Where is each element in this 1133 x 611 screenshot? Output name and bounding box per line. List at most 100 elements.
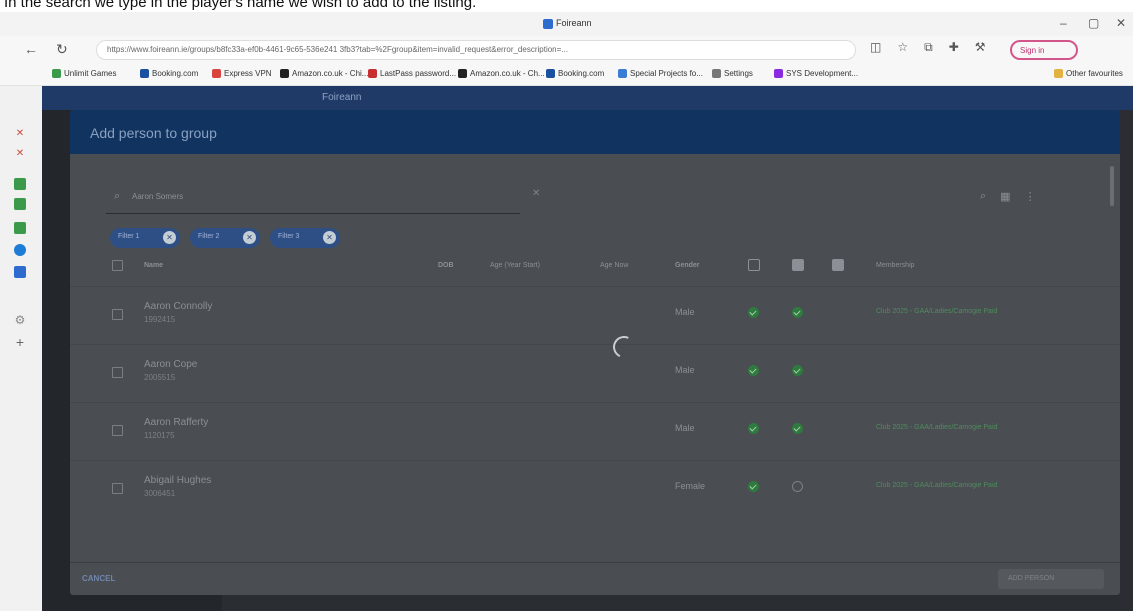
bookmark-item[interactable]: Special Projects fo...: [618, 69, 703, 78]
search-value: Aaron Somers: [132, 192, 184, 201]
bookmark-item[interactable]: Express VPN: [212, 69, 272, 78]
col-age-year-start[interactable]: Age (Year Start): [490, 262, 540, 269]
unchecked-icon: [792, 481, 803, 492]
collections-icon[interactable]: ⧉: [924, 40, 933, 55]
col-membership[interactable]: Membership: [876, 262, 915, 269]
clear-search-icon[interactable]: ✕: [532, 188, 540, 199]
remove-chip-icon[interactable]: ✕: [163, 231, 176, 244]
person-gender: Male: [675, 307, 695, 317]
search-input[interactable]: ⌕ Aaron Somers: [106, 182, 520, 214]
search-icon[interactable]: ⌕: [980, 190, 986, 203]
refresh-icon[interactable]: ↻: [56, 41, 68, 58]
settings-icon[interactable]: ⚙: [14, 314, 26, 326]
add-icon[interactable]: +: [14, 335, 26, 349]
membership-status: Club 2025 - GAA/Ladies/Camogie Paid: [876, 482, 998, 489]
app-header: Foireann: [42, 86, 1133, 110]
camera-icon: [792, 259, 804, 271]
app-green-icon[interactable]: [14, 178, 26, 190]
address-bar[interactable]: https://www.foireann.ie/groups/b8fc33a-e…: [96, 40, 856, 60]
signin-button[interactable]: Sign in: [1010, 40, 1078, 60]
membership-status: Club 2025 - GAA/Ladies/Camogie Paid: [876, 308, 998, 315]
id-card-icon: [748, 259, 760, 271]
check-icon: [748, 423, 759, 434]
close-icon[interactable]: ✕: [1116, 16, 1126, 30]
gaa-icon[interactable]: ✕: [14, 148, 26, 160]
app-green-icon[interactable]: [14, 222, 26, 234]
check-icon: [792, 423, 803, 434]
table-row[interactable]: Aaron Rafferty 1120175 Male Club 2025 - …: [70, 402, 1120, 460]
person-name: Aaron Rafferty: [144, 417, 209, 428]
person-id: 1992415: [144, 315, 176, 324]
app-blue-icon[interactable]: [14, 244, 26, 256]
person-gender: Male: [675, 423, 695, 433]
dialog-title: Add person to group: [90, 125, 217, 141]
bookmark-item[interactable]: Amazon.co.uk - Ch...: [458, 69, 545, 78]
add-person-dialog: Add person to group ⌕ Aaron Somers ✕ ⌕ ▦…: [70, 110, 1120, 595]
row-checkbox[interactable]: [112, 425, 123, 436]
check-icon: [748, 481, 759, 492]
bookmark-item[interactable]: Booking.com: [140, 69, 198, 78]
bookmark-item[interactable]: Other favourites: [1054, 69, 1123, 78]
person-name: Aaron Connolly: [144, 301, 213, 312]
table-row[interactable]: Abigail Hughes 3006451 Female Club 2025 …: [70, 460, 1120, 518]
bookmark-item[interactable]: LastPass password...: [368, 69, 456, 78]
person-name: Abigail Hughes: [144, 475, 212, 486]
web-page: Foireann Add person to group ⌕ Aaron Som…: [42, 86, 1133, 611]
table-tools: ⌕ ▦ ⋮: [980, 190, 1036, 203]
add-person-button[interactable]: ADD PERSON: [998, 569, 1104, 589]
browser-sidebar: ✕ ✕ ⚙ +: [0, 86, 42, 611]
bookmark-item[interactable]: Booking.com: [546, 69, 604, 78]
check-icon: [792, 307, 803, 318]
medical-icon: [832, 259, 844, 271]
row-checkbox[interactable]: [112, 483, 123, 494]
col-age-now[interactable]: Age Now: [600, 262, 628, 269]
membership-status: Club 2025 - GAA/Ladies/Camogie Paid: [876, 424, 998, 431]
person-id: 1120175: [144, 431, 175, 440]
filter-chip[interactable]: Filter 1 ✕: [110, 228, 180, 248]
bookmark-item[interactable]: Unlimit Games: [52, 69, 116, 78]
minimize-icon[interactable]: –: [1060, 16, 1067, 30]
favorites-icon[interactable]: ☆: [897, 40, 908, 55]
check-icon: [748, 307, 759, 318]
bookmark-item[interactable]: SYS Development...: [774, 69, 858, 78]
table-header: Name DOB Age (Year Start) Age Now Gender…: [70, 252, 1120, 280]
bookmark-item[interactable]: Settings: [712, 69, 753, 78]
remove-chip-icon[interactable]: ✕: [323, 231, 336, 244]
columns-icon[interactable]: ▦: [1000, 190, 1010, 203]
filter-icon[interactable]: ⋮: [1025, 190, 1036, 203]
bookmark-item[interactable]: Amazon.co.uk - Chi...: [280, 69, 368, 78]
filter-chip[interactable]: Filter 2 ✕: [190, 228, 260, 248]
app-green-icon[interactable]: [14, 198, 26, 210]
col-name[interactable]: Name: [144, 262, 163, 269]
scrollbar[interactable]: [1110, 166, 1114, 206]
app-header-title: Foireann: [322, 92, 362, 103]
split-screen-icon[interactable]: ◫: [870, 40, 881, 55]
tools-icon[interactable]: ⚒: [975, 40, 986, 55]
dialog-header: Add person to group: [70, 110, 1120, 154]
bookmarks-bar: Unlimit Games Booking.com Express VPN Am…: [0, 64, 1133, 86]
person-gender: Male: [675, 365, 695, 375]
person-name: Aaron Cope: [144, 359, 198, 370]
dialog-footer: CANCEL ADD PERSON: [70, 562, 1120, 595]
row-checkbox[interactable]: [112, 309, 123, 320]
instruction-caption: In the search we type in the player's na…: [4, 0, 477, 11]
col-gender[interactable]: Gender: [675, 262, 700, 269]
table-row[interactable]: Aaron Cope 2005515 Male: [70, 344, 1120, 402]
filter-chip[interactable]: Filter 3 ✕: [270, 228, 340, 248]
table-row[interactable]: Aaron Connolly 1992415 Male Club 2025 - …: [70, 286, 1120, 344]
back-icon[interactable]: ←: [24, 41, 38, 57]
browser-toolbar: ← ↻ https://www.foireann.ie/groups/b8fc3…: [0, 36, 1133, 64]
maximize-icon[interactable]: ▢: [1088, 16, 1099, 30]
person-gender: Female: [675, 481, 706, 491]
extensions-icon[interactable]: ✚: [949, 40, 959, 55]
window-title: Foireann: [556, 18, 592, 28]
check-icon: [792, 365, 803, 376]
app-icon: [543, 19, 553, 29]
col-dob[interactable]: DOB: [438, 262, 454, 269]
select-all-checkbox[interactable]: [112, 260, 123, 271]
cancel-button[interactable]: CANCEL: [82, 574, 115, 583]
gaa-icon[interactable]: ✕: [14, 128, 26, 140]
foireann-icon[interactable]: [14, 266, 26, 278]
row-checkbox[interactable]: [112, 367, 123, 378]
remove-chip-icon[interactable]: ✕: [243, 231, 256, 244]
